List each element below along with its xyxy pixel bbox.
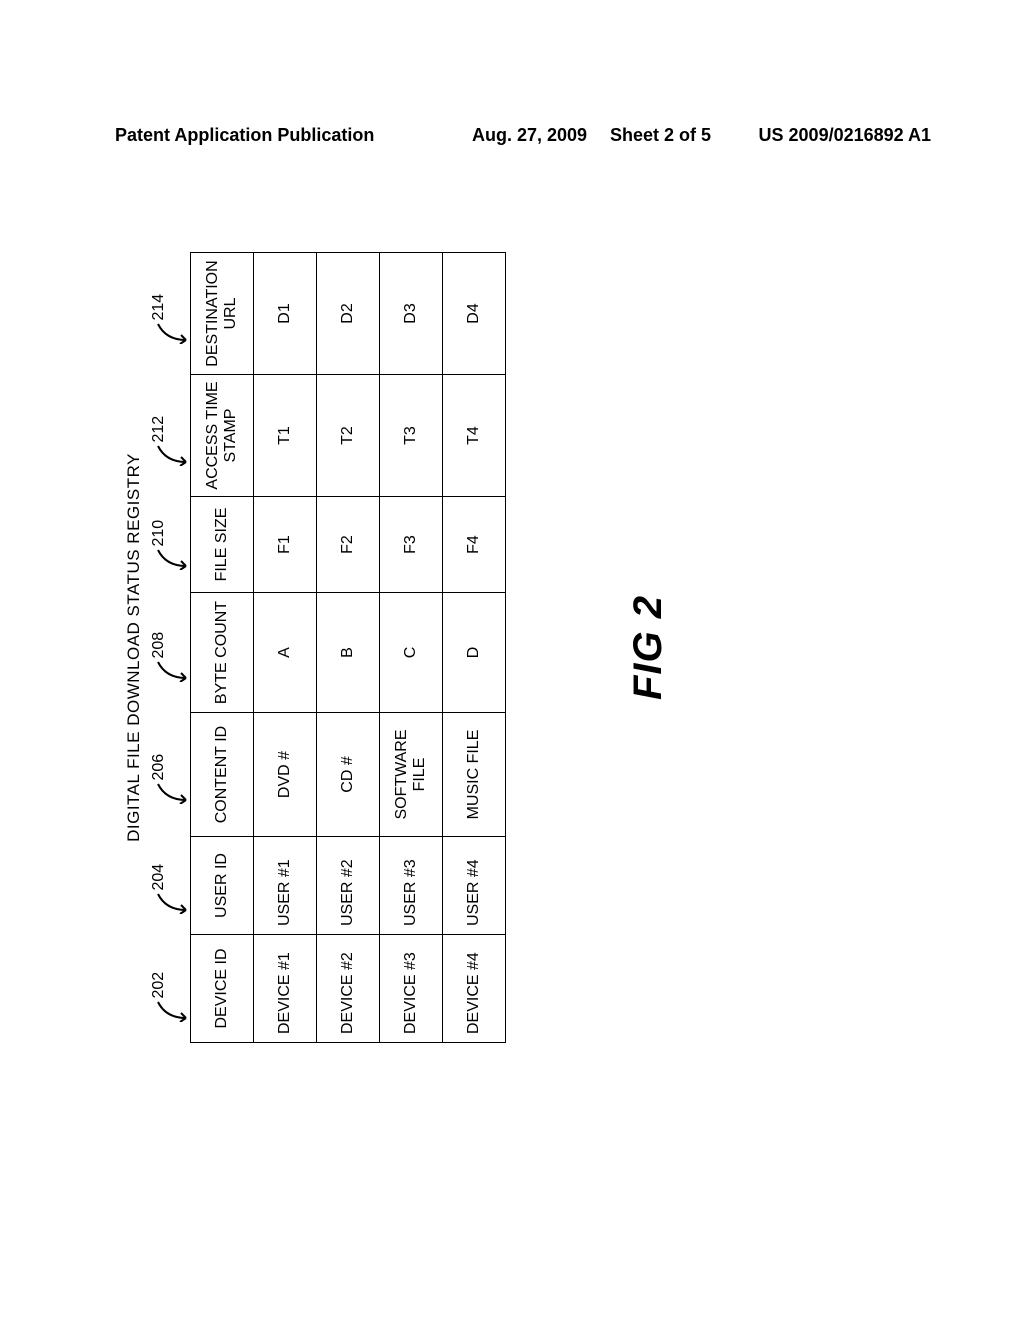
col-device-id: DEVICE ID	[191, 935, 254, 1043]
figure: DIGITAL FILE DOWNLOAD STATUS REGISTRY 20…	[124, 250, 671, 1045]
callout-label: 212	[150, 416, 168, 443]
cell-dest: D4	[443, 253, 506, 375]
table-row: DEVICE #4 USER #4 MUSIC FILE D F4 T4 D4	[443, 253, 506, 1043]
table-row: DEVICE #1 USER #1 DVD # A F1 T1 D1	[254, 253, 317, 1043]
figure-caption: FIG 2	[626, 250, 671, 1045]
cell-time: T2	[317, 375, 380, 497]
col-byte-count: BYTE COUNT	[191, 593, 254, 713]
header-publication: Patent Application Publication	[115, 125, 374, 146]
cell-time: T4	[443, 375, 506, 497]
page: Patent Application Publication Aug. 27, …	[0, 0, 1024, 1320]
callout-212: 212	[150, 445, 188, 467]
cell-user: USER #1	[254, 837, 317, 935]
leadline-icon	[150, 549, 188, 571]
cell-device: DEVICE #2	[317, 935, 380, 1043]
leadline-icon	[150, 445, 188, 467]
callout-210: 210	[150, 549, 188, 571]
cell-dest: D1	[254, 253, 317, 375]
cell-content: DVD #	[254, 713, 317, 837]
leadline-icon	[150, 323, 188, 345]
header-sheet: Sheet 2 of 5	[610, 125, 711, 146]
leadline-icon	[150, 893, 188, 915]
callout-204: 204	[150, 893, 188, 915]
cell-size: F1	[254, 497, 317, 593]
cell-byte: B	[317, 593, 380, 713]
cell-device: DEVICE #3	[380, 935, 443, 1043]
cell-size: F2	[317, 497, 380, 593]
header-date: Aug. 27, 2009	[472, 125, 587, 146]
cell-user: USER #3	[380, 837, 443, 935]
col-content-id: CONTENT ID	[191, 713, 254, 837]
callout-label: 210	[150, 520, 168, 547]
cell-byte: C	[380, 593, 443, 713]
col-access-time-stamp: ACCESS TIME STAMP	[191, 375, 254, 497]
callout-214: 214	[150, 323, 188, 345]
table-row: DEVICE #3 USER #3 SOFTWARE FILE C F3 T3 …	[380, 253, 443, 1043]
cell-user: USER #4	[443, 837, 506, 935]
cell-byte: D	[443, 593, 506, 713]
callout-label: 214	[150, 294, 168, 321]
col-user-id: USER ID	[191, 837, 254, 935]
cell-device: DEVICE #1	[254, 935, 317, 1043]
header-pubno: US 2009/0216892 A1	[759, 125, 931, 146]
cell-time: T1	[254, 375, 317, 497]
cell-device: DEVICE #4	[443, 935, 506, 1043]
callout-label: 204	[150, 864, 168, 891]
cell-content: MUSIC FILE	[443, 713, 506, 837]
callout-202: 202	[150, 1001, 188, 1023]
cell-user: USER #2	[317, 837, 380, 935]
cell-size: F4	[443, 497, 506, 593]
cell-size: F3	[380, 497, 443, 593]
figure-container: DIGITAL FILE DOWNLOAD STATUS REGISTRY 20…	[124, 250, 899, 1045]
cell-byte: A	[254, 593, 317, 713]
cell-content: SOFTWARE FILE	[380, 713, 443, 837]
callout-label: 202	[150, 972, 168, 999]
cell-content: CD #	[317, 713, 380, 837]
table-row: DEVICE #2 USER #2 CD # B F2 T2 D2	[317, 253, 380, 1043]
cell-dest: D2	[317, 253, 380, 375]
leadline-icon	[150, 1001, 188, 1023]
callout-label: 206	[150, 754, 168, 781]
leadline-icon	[150, 783, 188, 805]
cell-time: T3	[380, 375, 443, 497]
col-destination-url: DESTINATION URL	[191, 253, 254, 375]
callout-208: 208	[150, 661, 188, 683]
callout-label: 208	[150, 632, 168, 659]
leadline-icon	[150, 661, 188, 683]
registry-table: DEVICE ID USER ID CONTENT ID BYTE COUNT …	[190, 252, 506, 1043]
column-callouts: 202 204 206	[150, 263, 190, 1033]
callout-206: 206	[150, 783, 188, 805]
table-header-row: DEVICE ID USER ID CONTENT ID BYTE COUNT …	[191, 253, 254, 1043]
figure-title: DIGITAL FILE DOWNLOAD STATUS REGISTRY	[124, 250, 144, 1045]
col-file-size: FILE SIZE	[191, 497, 254, 593]
cell-dest: D3	[380, 253, 443, 375]
